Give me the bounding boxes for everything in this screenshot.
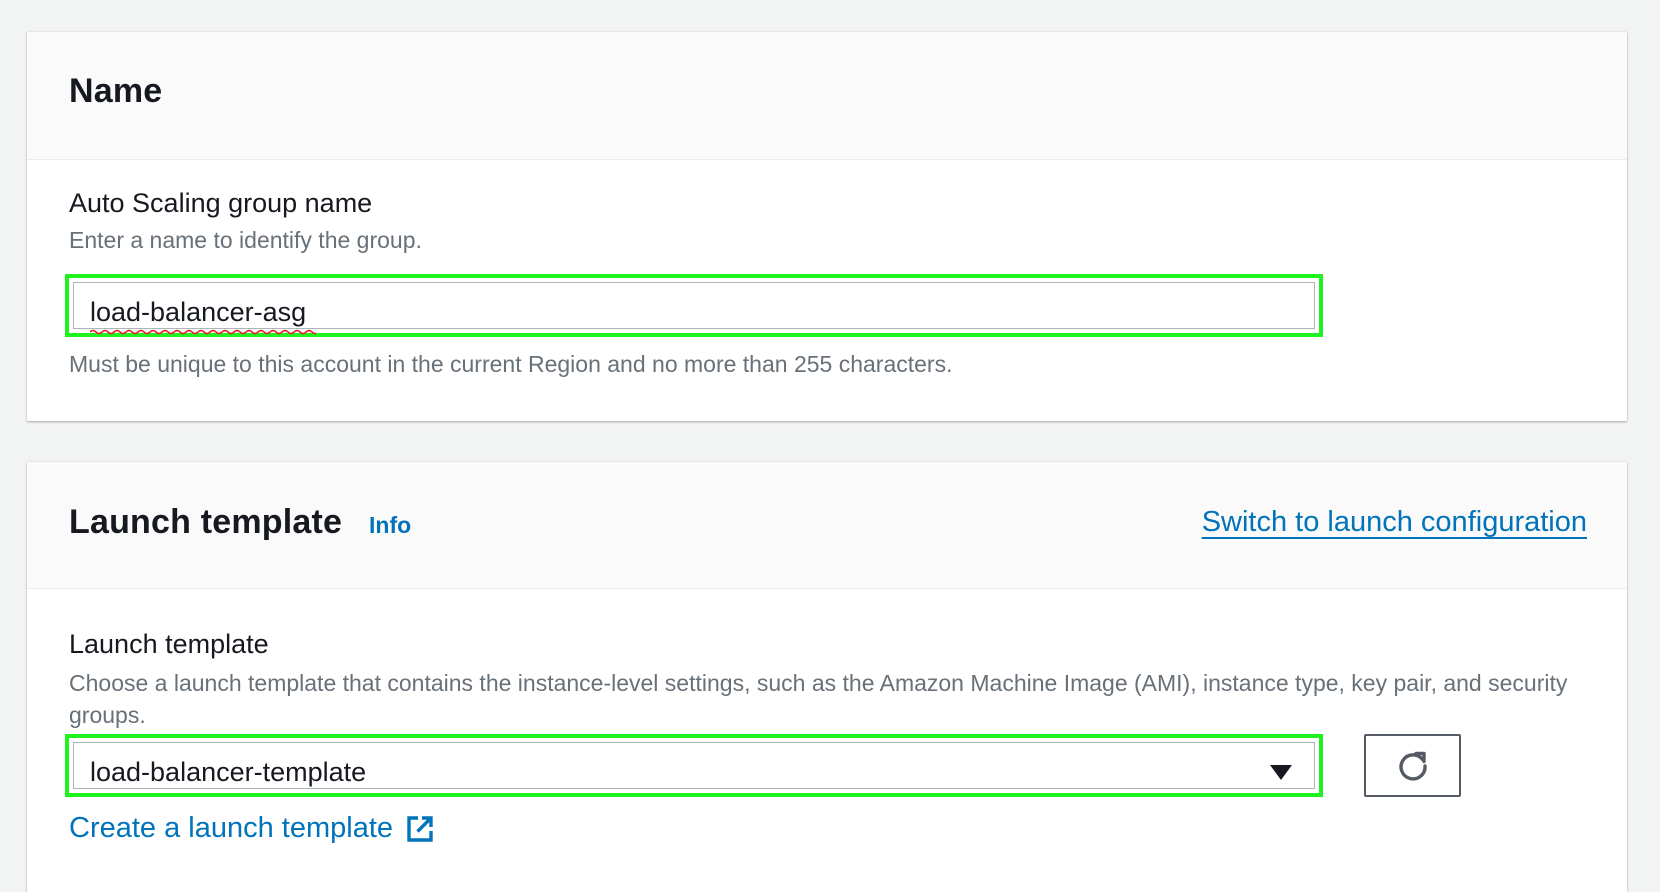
caret-down-icon[interactable] [1270,765,1292,780]
launch-template-select-field[interactable]: load-balancer-template [73,742,1315,789]
refresh-icon [1398,751,1427,781]
switch-to-launch-configuration-link[interactable]: Switch to launch configuration [1202,506,1587,539]
info-link[interactable]: Info [369,512,411,539]
launch-template-panel-title: Launch template [69,503,343,541]
create-launch-template-link[interactable]: Create a launch template [69,812,435,845]
launch-template-label: Launch template [69,629,269,659]
name-panel-title: Name [69,72,163,110]
launch-template-select-value[interactable]: load-balancer-template [90,757,366,788]
name-panel: Name Auto Scaling group name Enter a nam… [27,32,1627,421]
asg-name-description: Enter a name to identify the group. [69,227,422,253]
spellcheck-underline [90,329,316,335]
asg-name-input[interactable]: load-balancer-asg [65,274,1323,337]
name-panel-header: Name [27,32,1627,160]
asg-name-input-value[interactable]: load-balancer-asg [90,297,306,328]
asg-name-label: Auto Scaling group name [69,188,373,218]
asg-name-hint: Must be unique to this account in the cu… [69,351,953,377]
asg-name-input-field[interactable]: load-balancer-asg [73,282,1315,335]
refresh-button[interactable] [1364,734,1461,797]
create-launch-template-label[interactable]: Create a launch template [69,812,393,845]
launch-template-panel-header: Launch template Info Switch to launch co… [27,462,1627,589]
launch-template-panel: Launch template Info Switch to launch co… [27,462,1627,892]
launch-template-description: Choose a launch template that contains t… [69,670,1568,728]
launch-template-select[interactable]: load-balancer-template [65,734,1323,797]
external-link-icon [407,815,433,842]
